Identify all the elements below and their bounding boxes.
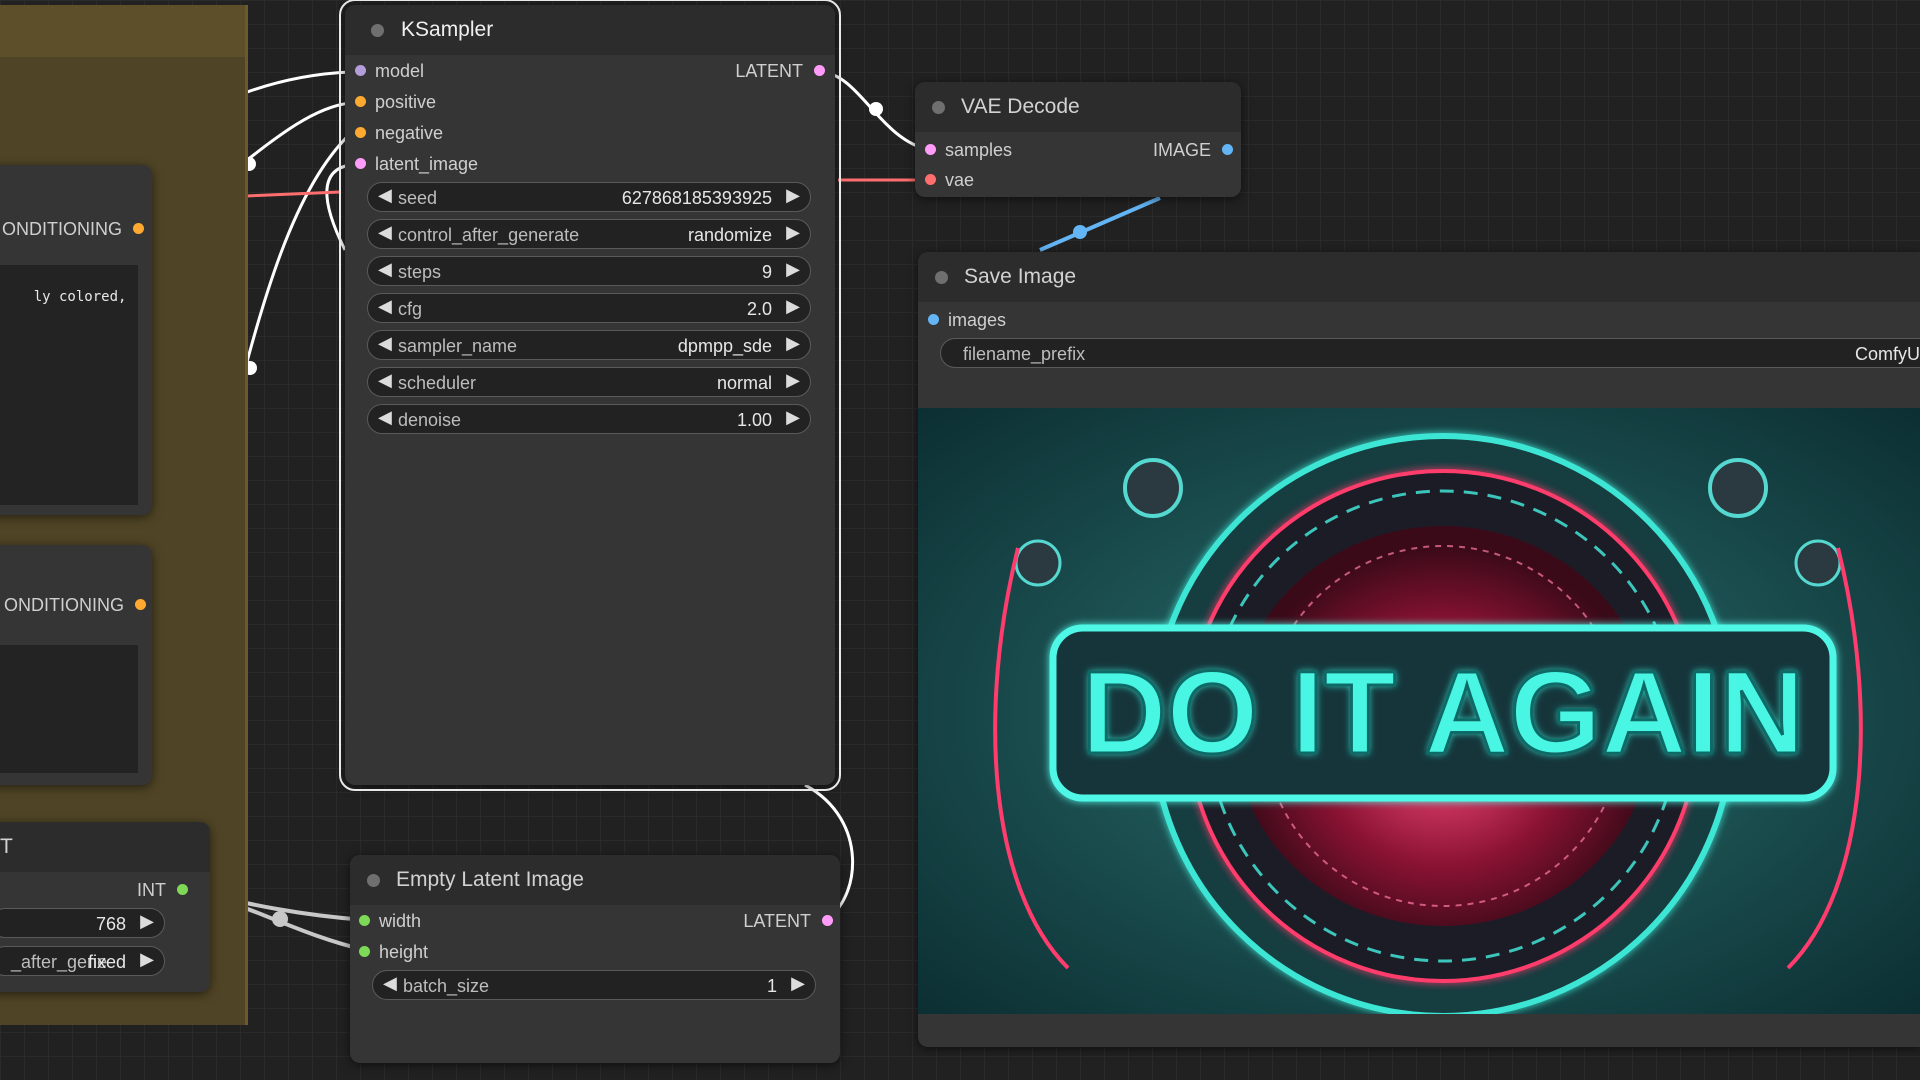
output-latent[interactable]: LATENT xyxy=(625,59,825,83)
primitive-int-node[interactable]: T INT 768 ▶ _after_gene fixed ▶ xyxy=(0,822,210,992)
latent-dot[interactable] xyxy=(814,65,825,76)
image-dot[interactable] xyxy=(1222,144,1233,155)
output-latent[interactable]: LATENT xyxy=(633,909,833,933)
preview-text: DO IT AGAIN xyxy=(1081,647,1804,779)
input-latent-image[interactable]: latent_image xyxy=(355,152,478,176)
decrement-arrow-icon[interactable]: ◀ xyxy=(378,333,392,354)
node-title: Save Image xyxy=(918,252,1920,302)
input-vae[interactable]: vae xyxy=(925,168,974,192)
collapse-dot-icon[interactable] xyxy=(932,101,945,114)
batch-size-widget[interactable]: ◀ batch_size 1 ▶ xyxy=(372,970,816,1000)
increment-arrow-icon[interactable]: ▶ xyxy=(791,973,805,994)
node-title: KSampler xyxy=(345,5,835,55)
decrement-arrow-icon[interactable]: ◀ xyxy=(378,185,392,206)
latent-dot[interactable] xyxy=(925,144,936,155)
ksampler-node[interactable]: KSampler model positive negative latent_… xyxy=(339,0,841,791)
node-title: Empty Latent Image xyxy=(350,855,840,905)
reroute-dot-image xyxy=(1073,225,1087,239)
increment-arrow-icon[interactable]: ▶ xyxy=(786,222,800,243)
empty-latent-image-node[interactable]: Empty Latent Image width height LATENT ◀… xyxy=(350,855,840,1063)
conditioning-dot[interactable] xyxy=(355,96,366,107)
int-dot[interactable] xyxy=(359,915,370,926)
int-dot[interactable] xyxy=(359,946,370,957)
reroute-dot-latent xyxy=(869,102,883,116)
decrement-arrow-icon[interactable]: ◀ xyxy=(378,259,392,280)
scheduler-widget[interactable]: ◀ scheduler normal ▶ xyxy=(367,367,811,397)
input-width[interactable]: width xyxy=(359,909,421,933)
input-negative[interactable]: negative xyxy=(355,121,443,145)
conditioning-output-bottom[interactable]: ONDITIONING xyxy=(0,593,146,617)
increment-arrow-icon[interactable]: ▶ xyxy=(140,911,154,932)
clip-text-encode-negative[interactable]: ONDITIONING xyxy=(0,545,152,785)
generated-image-preview[interactable]: DO IT AGAIN xyxy=(918,408,1920,1014)
collapse-dot-icon[interactable] xyxy=(935,271,948,284)
wire-image xyxy=(1039,196,1161,252)
decrement-arrow-icon[interactable]: ◀ xyxy=(378,222,392,243)
decrement-arrow-icon[interactable]: ◀ xyxy=(383,973,397,994)
input-images[interactable]: images xyxy=(928,308,1006,332)
latent-dot[interactable] xyxy=(355,158,366,169)
neon-sign-image: DO IT AGAIN xyxy=(918,408,1920,1014)
input-model[interactable]: model xyxy=(355,59,424,83)
steps-widget[interactable]: ◀ steps 9 ▶ xyxy=(367,256,811,286)
conditioning-dot[interactable] xyxy=(135,599,146,610)
collapse-dot-icon[interactable] xyxy=(371,24,384,37)
increment-arrow-icon[interactable]: ▶ xyxy=(786,185,800,206)
model-dot[interactable] xyxy=(355,65,366,76)
input-positive[interactable]: positive xyxy=(355,90,436,114)
denoise-widget[interactable]: ◀ denoise 1.00 ▶ xyxy=(367,404,811,434)
decrement-arrow-icon[interactable]: ◀ xyxy=(378,407,392,428)
seed-widget[interactable]: ◀ seed 627868185393925 ▶ xyxy=(367,182,811,212)
input-height[interactable]: height xyxy=(359,940,428,964)
sampler-name-widget[interactable]: ◀ sampler_name dpmpp_sde ▶ xyxy=(367,330,811,360)
prompt-textbox-positive[interactable]: ly colored, xyxy=(0,265,138,505)
int-dot[interactable] xyxy=(177,884,188,895)
conditioning-dot[interactable] xyxy=(355,127,366,138)
increment-arrow-icon[interactable]: ▶ xyxy=(786,333,800,354)
conditioning-output-top[interactable]: ONDITIONING xyxy=(0,217,144,241)
vae-dot[interactable] xyxy=(925,174,936,185)
conditioning-dot[interactable] xyxy=(133,223,144,234)
image-dot[interactable] xyxy=(928,314,939,325)
increment-arrow-icon[interactable]: ▶ xyxy=(786,296,800,317)
prompt-textbox-negative[interactable] xyxy=(0,645,138,773)
decrement-arrow-icon[interactable]: ◀ xyxy=(378,296,392,317)
group-header[interactable] xyxy=(0,5,245,57)
control-after-generate-widget[interactable]: _after_gene fixed ▶ xyxy=(0,946,165,976)
node-title: VAE Decode xyxy=(915,82,1241,132)
clip-text-encode-positive[interactable]: ONDITIONING ly colored, xyxy=(0,165,152,515)
increment-arrow-icon[interactable]: ▶ xyxy=(786,259,800,280)
output-image[interactable]: IMAGE xyxy=(1073,138,1233,162)
node-title: T xyxy=(0,822,210,872)
increment-arrow-icon[interactable]: ▶ xyxy=(786,407,800,428)
collapse-dot-icon[interactable] xyxy=(367,874,380,887)
vae-decode-node[interactable]: VAE Decode samples vae IMAGE xyxy=(915,82,1241,197)
decrement-arrow-icon[interactable]: ◀ xyxy=(378,370,392,391)
value-widget[interactable]: 768 ▶ xyxy=(0,908,165,938)
filename-prefix-widget[interactable]: filename_prefix ComfyU xyxy=(940,338,1920,368)
reroute-dot-int xyxy=(272,911,288,927)
int-output[interactable]: INT xyxy=(88,878,188,902)
input-samples[interactable]: samples xyxy=(925,138,1012,162)
latent-dot[interactable] xyxy=(822,915,833,926)
increment-arrow-icon[interactable]: ▶ xyxy=(786,370,800,391)
control-after-generate-widget[interactable]: ◀ control_after_generate randomize ▶ xyxy=(367,219,811,249)
cfg-widget[interactable]: ◀ cfg 2.0 ▶ xyxy=(367,293,811,323)
increment-arrow-icon[interactable]: ▶ xyxy=(140,949,154,970)
